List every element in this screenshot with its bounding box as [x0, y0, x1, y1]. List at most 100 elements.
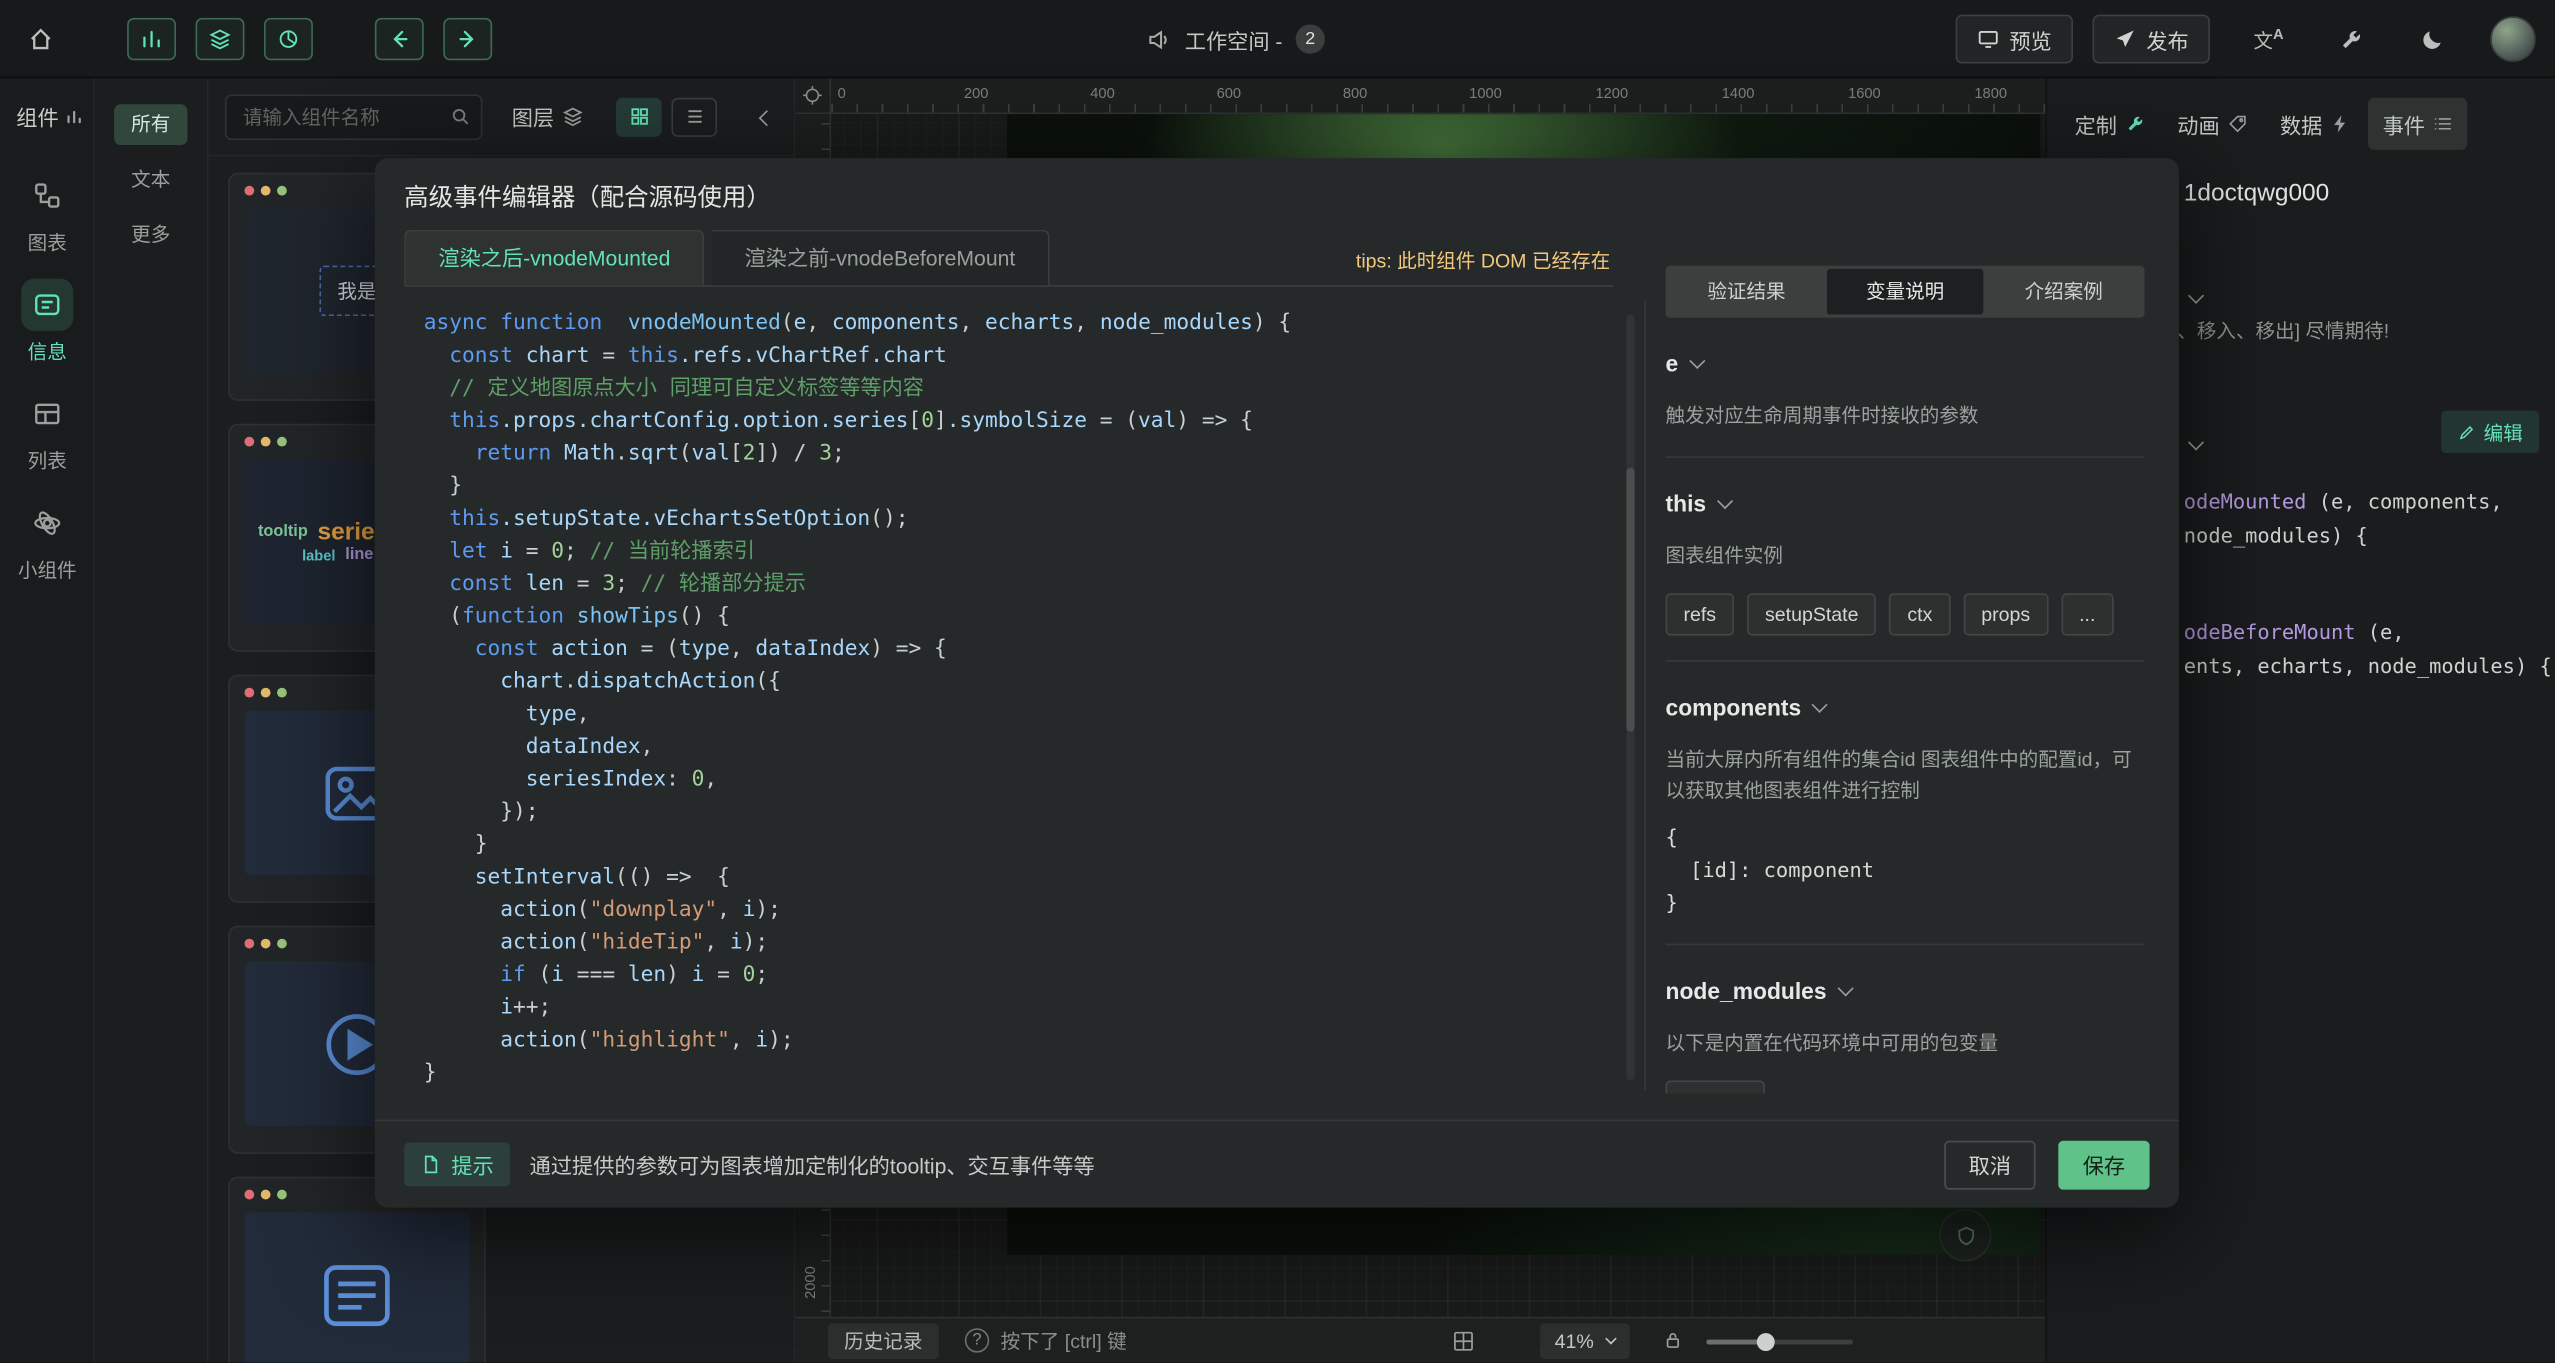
- lifecycle-code-preview-mounted: odeMounted (e, components, node_modules)…: [2184, 484, 2503, 552]
- save-button[interactable]: 保存: [2058, 1140, 2149, 1189]
- pie-chart-icon: [277, 28, 300, 51]
- sidebar-item-charts[interactable]: 图表: [0, 169, 95, 255]
- green-dot-icon: [277, 186, 287, 196]
- arrow-left-icon: [388, 28, 411, 51]
- scrollbar-handle[interactable]: [1626, 468, 1634, 732]
- tag-icon: [2228, 114, 2248, 134]
- modal-side-panel: 验证结果 变量说明 介绍案例 e 触发对应生命周期事件时接收的参数 this 图…: [1666, 266, 2145, 1094]
- code-editor[interactable]: async function vnodeMounted(e, component…: [404, 301, 1616, 1090]
- snap-grid-button[interactable]: [1452, 1329, 1475, 1352]
- side-tab-validation[interactable]: 验证结果: [1669, 269, 1824, 315]
- search-input[interactable]: [225, 94, 482, 140]
- divider: [1666, 660, 2145, 662]
- side-tab-variables[interactable]: 变量说明: [1827, 269, 1982, 315]
- section-title-text: e: [1666, 350, 1679, 376]
- collapse-panel-button[interactable]: [755, 95, 779, 137]
- home-icon: [28, 26, 54, 52]
- editor-scrollbar[interactable]: [1626, 315, 1634, 1081]
- lifecycle-code-preview-beforemount: odeBeforeMount (e, ents, echarts, node_m…: [2184, 614, 2552, 682]
- layers-icon: [209, 28, 232, 51]
- pencil-icon: [2458, 423, 2476, 441]
- chevron-left-icon: [759, 109, 775, 125]
- yellow-dot-icon: [261, 437, 271, 447]
- history-button[interactable]: 历史记录: [828, 1323, 939, 1359]
- sidebar-item-info[interactable]: 信息: [0, 279, 95, 365]
- tab-customize[interactable]: 定制: [2060, 98, 2159, 150]
- ruler-v-label: 2000: [802, 1266, 818, 1299]
- list-view-button[interactable]: [671, 97, 717, 136]
- pie-tool-button[interactable]: [264, 18, 313, 60]
- zoom-select[interactable]: 41%: [1540, 1323, 1630, 1359]
- sidebar-item-widgets[interactable]: 小组件: [0, 497, 95, 583]
- category-text[interactable]: 文本: [114, 160, 187, 201]
- left-nav-items: 图表 信息 列表 小组件: [0, 169, 95, 606]
- preview-button[interactable]: 预览: [1956, 15, 2073, 64]
- advanced-event-editor-modal: 高级事件编辑器（配合源码使用） 渲染之后-vnodeMounted 渲染之前-v…: [375, 158, 2179, 1208]
- atom-icon: [21, 497, 73, 549]
- section-e-title[interactable]: e: [1666, 350, 2145, 376]
- dark-mode-button[interactable]: [2409, 16, 2455, 62]
- grid-view-button[interactable]: [616, 97, 662, 136]
- layers-tool-button[interactable]: [196, 18, 245, 60]
- list-icon: [684, 106, 705, 127]
- side-tab-examples[interactable]: 介绍案例: [1986, 269, 2141, 315]
- canvas-float-button[interactable]: [1939, 1209, 1991, 1261]
- cancel-button[interactable]: 取消: [1944, 1140, 2035, 1189]
- search-icon: [450, 105, 471, 126]
- workspace-title: 工作空间 - 2: [1147, 0, 1325, 78]
- section-node-modules-title[interactable]: node_modules: [1666, 978, 2145, 1004]
- slider-handle[interactable]: [1757, 1332, 1775, 1350]
- canvas-toolbar-right: 41%: [1452, 1323, 1853, 1359]
- section-this-title[interactable]: this: [1666, 491, 2145, 517]
- zoom-slider[interactable]: [1706, 1331, 1853, 1351]
- tab-data[interactable]: 数据: [2265, 98, 2364, 150]
- chart-tool-button[interactable]: [127, 18, 176, 60]
- chevron-down-icon: [1689, 352, 1705, 368]
- grid-icon: [628, 106, 649, 127]
- sidebar-item-list[interactable]: 列表: [0, 388, 95, 474]
- settings-button[interactable]: [2327, 16, 2373, 62]
- section-collapse-button[interactable]: [2190, 284, 2201, 313]
- side-tab-group: 验证结果 变量说明 介绍案例: [1666, 266, 2145, 318]
- category-all[interactable]: 所有: [114, 104, 187, 145]
- tab-label: 动画: [2177, 108, 2219, 139]
- user-avatar[interactable]: [2490, 16, 2536, 62]
- this-tags: refssetupStatectxprops...: [1666, 593, 2145, 635]
- language-button[interactable]: 文A: [2246, 16, 2292, 62]
- moon-icon: [2419, 27, 2443, 51]
- redo-button[interactable]: [443, 18, 492, 60]
- tab-animation[interactable]: 动画: [2163, 98, 2262, 150]
- category-column: 所有 文本 更多: [95, 78, 209, 1362]
- section-title-text: this: [1666, 491, 1707, 517]
- variable-tag: ...: [2061, 593, 2113, 635]
- section-components-desc: 当前大屏内所有组件的集合id 图表组件中的配置id，可以获取其他图表组件进行控制: [1666, 745, 2145, 807]
- tab-vnode-mounted[interactable]: 渲染之后-vnodeMounted: [404, 230, 704, 285]
- green-dot-icon: [277, 688, 287, 698]
- components-code-block: { [id]: component}: [1666, 821, 2145, 919]
- key-hint: 按下了 [ctrl] 键: [1001, 1327, 1127, 1355]
- ruler-corner: [795, 78, 831, 114]
- section-collapse-button[interactable]: [2190, 430, 2201, 459]
- variable-tag: props: [1963, 593, 2048, 635]
- tab-label: 数据: [2280, 108, 2322, 139]
- category-more[interactable]: 更多: [114, 215, 187, 256]
- red-dot-icon: [244, 1190, 254, 1200]
- ruler-horizontal: 020040060080010001200140016001800: [831, 78, 2045, 114]
- chevron-down-icon: [2188, 288, 2204, 304]
- translate-icon: 文A: [2253, 25, 2283, 53]
- lock-zoom-button[interactable]: [1662, 1330, 1683, 1351]
- help-icon: ?: [965, 1328, 989, 1352]
- variable-tag: refs: [1666, 593, 1734, 635]
- section-components-title[interactable]: components: [1666, 694, 2145, 720]
- home-button[interactable]: [16, 15, 65, 64]
- layers-label-text: 图层: [512, 101, 554, 132]
- canvas-toolbar: 历史记录 ? 按下了 [ctrl] 键 41%: [795, 1317, 2045, 1363]
- chevron-down-icon: [1605, 1333, 1617, 1345]
- undo-button[interactable]: [375, 18, 424, 60]
- variable-tag: ctx: [1889, 593, 1950, 635]
- publish-button[interactable]: 发布: [2093, 15, 2210, 64]
- monitor-icon: [1977, 28, 2000, 51]
- tab-vnode-before-mount[interactable]: 渲染之前-vnodeBeforeMount: [712, 230, 1050, 285]
- tab-events[interactable]: 事件: [2368, 98, 2467, 150]
- edit-button[interactable]: 编辑: [2441, 411, 2539, 453]
